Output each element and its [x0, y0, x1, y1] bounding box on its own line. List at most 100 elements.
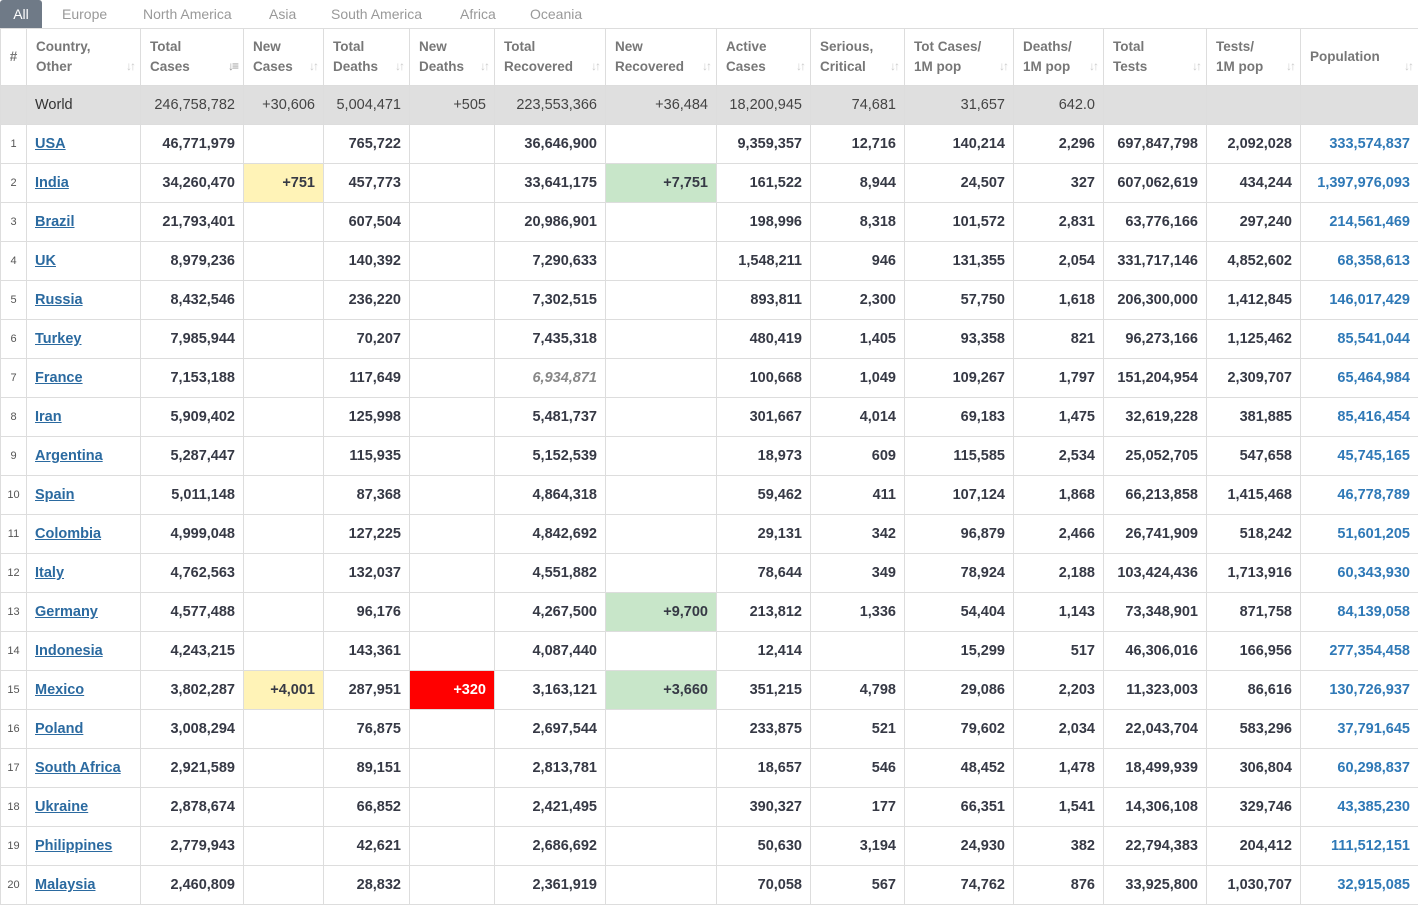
- col-header-line1: #: [10, 49, 18, 64]
- sort-arrows-icon[interactable]: ↓↑: [1404, 56, 1412, 76]
- country-link[interactable]: Malaysia: [35, 877, 95, 893]
- data-cell: 277,354,458: [1301, 632, 1418, 671]
- tab-south-america[interactable]: South America: [331, 0, 422, 28]
- sort-arrows-icon[interactable]: ↓↑: [702, 56, 710, 76]
- col-header-total-tests[interactable]: TotalTests↓↑: [1104, 29, 1207, 86]
- sort-arrows-icon[interactable]: ↓↑: [1089, 56, 1097, 76]
- sort-arrows-icon[interactable]: ↓↑: [890, 56, 898, 76]
- col-header-tot-cases-1m-pop[interactable]: Tot Cases/1M pop↓↑: [905, 29, 1014, 86]
- rank-cell: 3: [1, 203, 27, 242]
- data-cell: 31,657: [905, 86, 1014, 125]
- col-header-population[interactable]: Population↓↑: [1301, 29, 1418, 86]
- col-header-total-cases[interactable]: TotalCases↓≡: [141, 29, 244, 86]
- country-link[interactable]: Germany: [35, 604, 98, 620]
- country-link[interactable]: Spain: [35, 487, 74, 503]
- data-cell: [244, 554, 324, 593]
- data-cell: 101,572: [905, 203, 1014, 242]
- col-header-total-recovered[interactable]: TotalRecovered↓↑: [495, 29, 606, 86]
- country-link[interactable]: France: [35, 370, 83, 386]
- col-header-tests-1m-pop[interactable]: Tests/1M pop↓↑: [1207, 29, 1301, 86]
- sort-arrows-icon[interactable]: ↓↑: [309, 56, 317, 76]
- table-row: 1USA46,771,979765,72236,646,9009,359,357…: [1, 125, 1418, 164]
- data-cell: 18,973: [717, 437, 811, 476]
- col-header-deaths-1m-pop[interactable]: Deaths/1M pop↓↑: [1014, 29, 1104, 86]
- country-link[interactable]: South Africa: [35, 760, 121, 776]
- sort-arrows-icon[interactable]: ↓↑: [480, 56, 488, 76]
- data-cell: [410, 710, 495, 749]
- data-cell: 22,794,383: [1104, 827, 1207, 866]
- tab-oceania[interactable]: Oceania: [530, 0, 582, 28]
- col-header-active-cases[interactable]: ActiveCases↓↑: [717, 29, 811, 86]
- country-link[interactable]: Argentina: [35, 448, 103, 464]
- data-cell: 2,300: [811, 281, 905, 320]
- country-link[interactable]: Philippines: [35, 838, 112, 854]
- data-cell: 1,541: [1014, 788, 1104, 827]
- data-cell: 2,296: [1014, 125, 1104, 164]
- tab-all[interactable]: All: [0, 0, 42, 28]
- data-cell: [244, 476, 324, 515]
- rank-cell: 9: [1, 437, 27, 476]
- sort-arrows-icon[interactable]: ↓↑: [1192, 56, 1200, 76]
- sort-arrows-icon[interactable]: ↓↑: [126, 56, 134, 76]
- country-cell: Brazil: [27, 203, 141, 242]
- data-cell: 33,641,175: [495, 164, 606, 203]
- col-header-new-deaths[interactable]: NewDeaths↓↑: [410, 29, 495, 86]
- country-link[interactable]: India: [35, 175, 69, 191]
- data-cell: 3,163,121: [495, 671, 606, 710]
- sort-arrows-icon[interactable]: ↓↑: [395, 56, 403, 76]
- sort-arrows-icon[interactable]: ↓↑: [999, 56, 1007, 76]
- data-cell: 457,773: [324, 164, 410, 203]
- country-cell: USA: [27, 125, 141, 164]
- country-link[interactable]: Poland: [35, 721, 83, 737]
- data-cell: [244, 320, 324, 359]
- col-header-line2: Cases: [726, 59, 766, 74]
- tab-north-america[interactable]: North America: [143, 0, 232, 28]
- table-row: 20Malaysia2,460,80928,8322,361,91970,058…: [1, 866, 1418, 905]
- col-header-serious-critical[interactable]: Serious,Critical↓↑: [811, 29, 905, 86]
- tab-europe[interactable]: Europe: [62, 0, 107, 28]
- country-link[interactable]: USA: [35, 136, 66, 152]
- country-link[interactable]: Indonesia: [35, 643, 103, 659]
- country-link[interactable]: Colombia: [35, 526, 101, 542]
- col-header-new-recovered[interactable]: NewRecovered↓↑: [606, 29, 717, 86]
- data-cell: 42,621: [324, 827, 410, 866]
- table-row: 13Germany4,577,48896,1764,267,500+9,7002…: [1, 593, 1418, 632]
- country-link[interactable]: Russia: [35, 292, 83, 308]
- sort-arrows-icon[interactable]: ↓↑: [796, 56, 804, 76]
- data-cell: 68,358,613: [1301, 242, 1418, 281]
- col-header-country-other[interactable]: Country,Other↓↑: [27, 29, 141, 86]
- country-link[interactable]: Brazil: [35, 214, 75, 230]
- table-row: 17South Africa2,921,58989,1512,813,78118…: [1, 749, 1418, 788]
- data-cell: [606, 125, 717, 164]
- col-header-new-cases[interactable]: NewCases↓↑: [244, 29, 324, 86]
- data-cell: 2,779,943: [141, 827, 244, 866]
- country-cell: Ukraine: [27, 788, 141, 827]
- data-cell: [410, 788, 495, 827]
- data-cell: 2,054: [1014, 242, 1104, 281]
- data-cell: 198,996: [717, 203, 811, 242]
- tab-asia[interactable]: Asia: [269, 0, 296, 28]
- col-header-total-deaths[interactable]: TotalDeaths↓↑: [324, 29, 410, 86]
- tab-africa[interactable]: Africa: [460, 0, 496, 28]
- country-link[interactable]: Mexico: [35, 682, 84, 698]
- data-cell: 1,548,211: [717, 242, 811, 281]
- rank-cell: 18: [1, 788, 27, 827]
- country-link[interactable]: Turkey: [35, 331, 81, 347]
- country-link[interactable]: Iran: [35, 409, 62, 425]
- data-cell: 161,522: [717, 164, 811, 203]
- data-cell: [244, 866, 324, 905]
- sort-arrows-icon[interactable]: ↓↑: [591, 56, 599, 76]
- sort-arrows-icon[interactable]: ↓↑: [1286, 56, 1294, 76]
- sort-arrows-icon[interactable]: ↓≡: [228, 56, 237, 76]
- country-link[interactable]: UK: [35, 253, 56, 269]
- data-cell: 34,260,470: [141, 164, 244, 203]
- data-cell: 89,151: [324, 749, 410, 788]
- data-cell: 4,577,488: [141, 593, 244, 632]
- data-cell: 6,934,871: [495, 359, 606, 398]
- data-cell: [606, 710, 717, 749]
- data-cell: 1,478: [1014, 749, 1104, 788]
- data-cell: 1,030,707: [1207, 866, 1301, 905]
- country-link[interactable]: Ukraine: [35, 799, 88, 815]
- data-cell: 74,762: [905, 866, 1014, 905]
- country-link[interactable]: Italy: [35, 565, 64, 581]
